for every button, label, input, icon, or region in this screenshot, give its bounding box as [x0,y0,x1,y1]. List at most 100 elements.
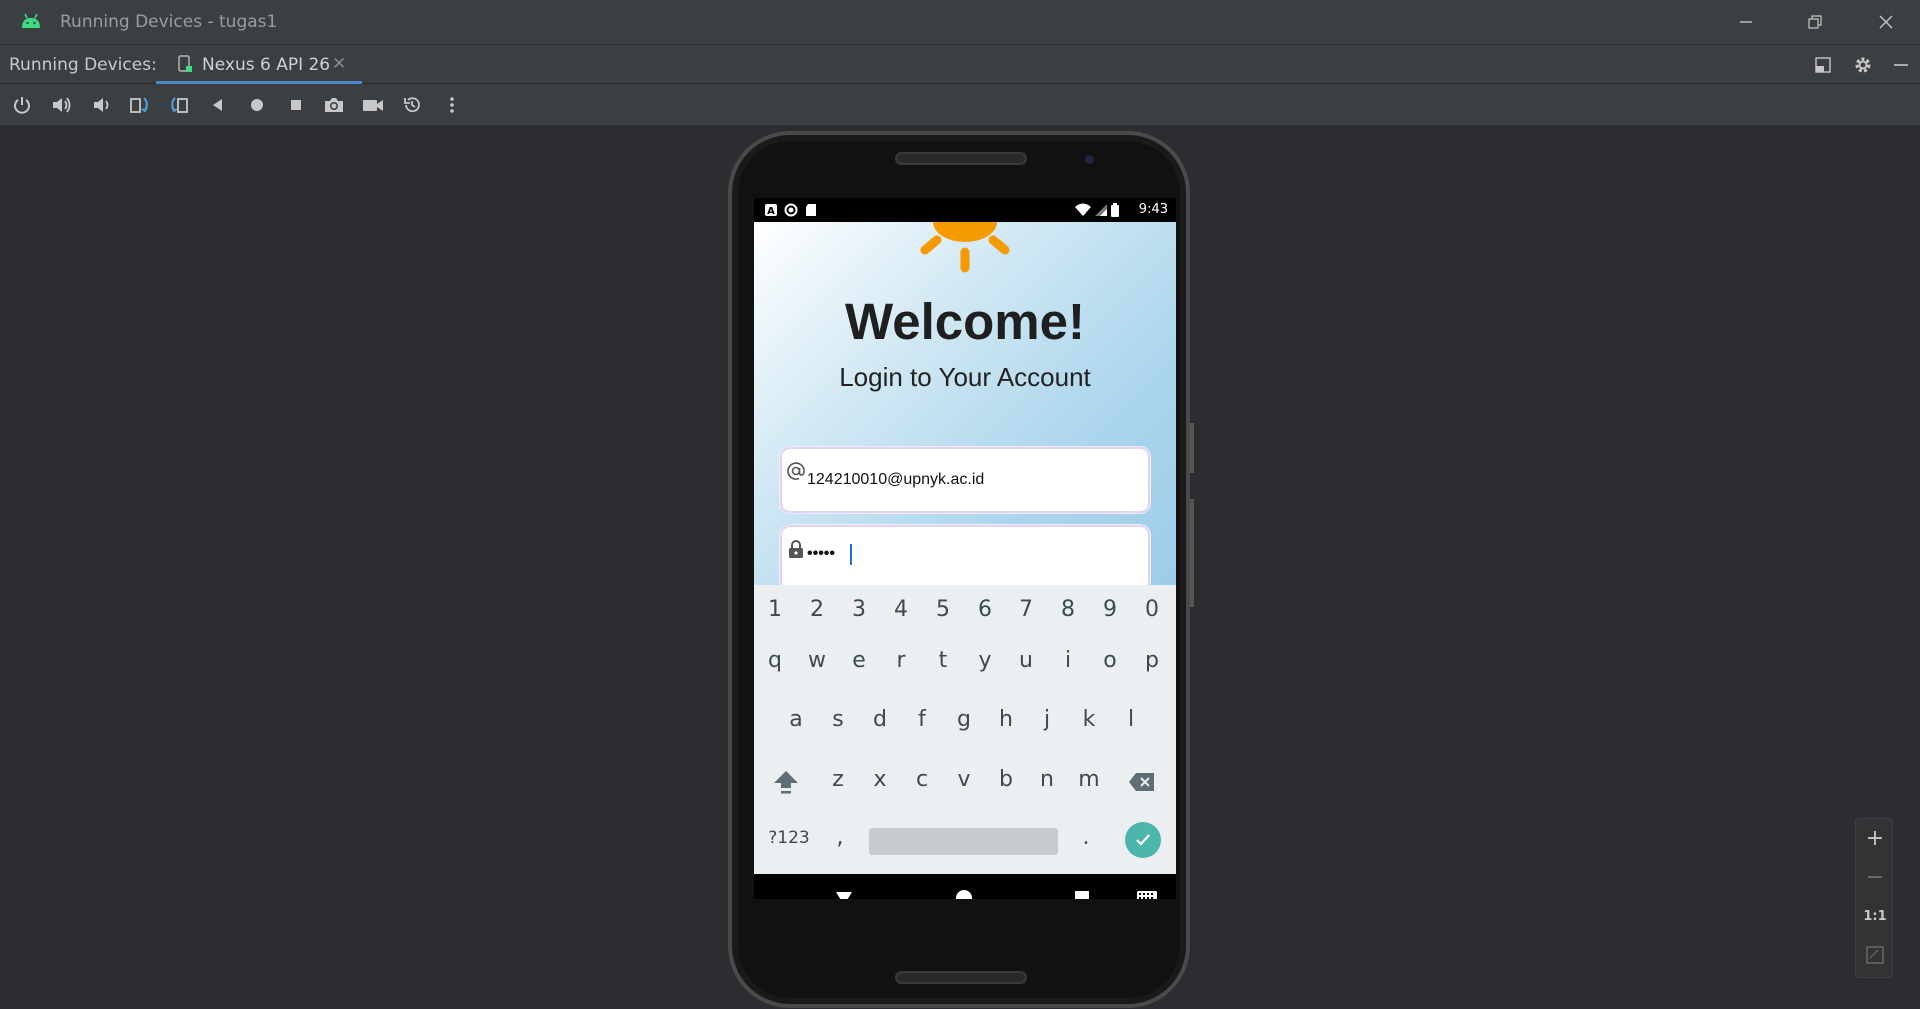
key-z[interactable]: z [824,767,852,792]
rotate-left-icon [130,97,148,113]
zoom-actual-size-button[interactable]: 1:1 [1856,897,1894,935]
zoom-controls: + − 1:1 [1855,818,1893,978]
key-o[interactable]: o [1096,648,1124,673]
check-icon [1136,834,1150,846]
device-screen[interactable]: A 9:43 Welcome! Login to Your Account 12… [754,198,1176,899]
key-p[interactable]: p [1138,648,1166,673]
key-c[interactable]: c [908,767,936,792]
volume-down-button[interactable] [89,93,113,117]
snapshot-button[interactable] [400,93,424,117]
key-x[interactable]: x [866,767,894,792]
key-a[interactable]: a [782,707,810,732]
more-button[interactable] [440,93,464,117]
keyboard-icon [1137,891,1157,899]
key-0[interactable]: 0 [1138,597,1166,622]
key-r[interactable]: r [887,648,915,673]
symbols-key[interactable]: ?123 [764,828,814,848]
key-8[interactable]: 8 [1054,597,1082,622]
key-v[interactable]: v [950,767,978,792]
key-m[interactable]: m [1075,767,1103,792]
hide-panel-button[interactable] [1888,53,1914,77]
key-4[interactable]: 4 [887,597,915,622]
key-n[interactable]: n [1033,767,1061,792]
volume-side-button[interactable] [1190,499,1194,607]
screen-record-button[interactable] [361,93,385,117]
zoom-in-button[interactable]: + [1856,819,1894,857]
keyboard-a-icon: A [765,204,777,217]
nav-keyboard-button[interactable] [1135,888,1159,899]
key-b[interactable]: b [992,767,1020,792]
sd-card-icon [806,204,816,216]
key-h[interactable]: h [992,707,1020,732]
screenshot-button[interactable] [322,93,346,117]
key-1[interactable]: 1 [761,597,789,622]
settings-button[interactable] [1850,53,1876,77]
key-9[interactable]: 9 [1096,597,1124,622]
bottom-speaker [895,971,1027,984]
volume-up-button[interactable] [50,93,74,117]
enter-key[interactable] [1125,822,1161,858]
text-cursor [850,544,852,565]
power-side-button[interactable] [1190,423,1194,473]
restore-button[interactable] [1795,8,1835,36]
device-frame: A 9:43 Welcome! Login to Your Account 12… [728,131,1194,1008]
email-field[interactable]: 124210010@upnyk.ac.id [780,447,1150,513]
password-field[interactable]: ••••• [780,525,1150,591]
key-6[interactable]: 6 [971,597,999,622]
running-devices-label: Running Devices: [9,55,157,75]
shift-icon[interactable] [772,769,800,795]
key-j[interactable]: j [1033,707,1061,732]
nav-home-button[interactable] [954,888,974,899]
close-icon [1879,15,1893,29]
at-sign-icon [787,462,805,480]
overview-button[interactable] [284,93,308,117]
backspace-icon[interactable] [1128,771,1156,793]
layout-button[interactable] [1810,53,1836,77]
close-button[interactable] [1866,8,1906,36]
tab-nexus-6-api-26[interactable]: Nexus 6 API 26 ✕ [156,45,362,84]
space-bar[interactable] [869,828,1058,855]
restore-icon [1808,15,1822,29]
period-key[interactable]: . [1076,825,1096,850]
back-button[interactable] [206,93,230,117]
rotate-right-icon [171,97,188,113]
svg-text:A: A [767,206,775,217]
key-y[interactable]: y [971,648,999,673]
zoom-fit-button[interactable] [1856,936,1894,974]
key-7[interactable]: 7 [1012,597,1040,622]
lock-icon [789,540,803,558]
email-value: 124210010@upnyk.ac.id [807,471,985,488]
tab-close-icon[interactable]: ✕ [332,54,346,74]
key-q[interactable]: q [761,648,789,673]
zoom-out-button[interactable]: − [1856,858,1894,896]
key-f[interactable]: f [908,707,936,732]
key-t[interactable]: t [929,648,957,673]
key-l[interactable]: l [1117,707,1145,732]
tab-bar: Running Devices: Nexus 6 API 26 ✕ [0,44,1920,84]
key-3[interactable]: 3 [845,597,873,622]
home-icon [251,99,263,111]
nav-recents-button[interactable] [1072,888,1092,899]
layout-icon [1815,57,1831,73]
status-time: 9:43 [1138,202,1168,217]
login-subtitle: Login to Your Account [839,362,1091,392]
key-s[interactable]: s [824,707,852,732]
power-button[interactable] [10,93,34,117]
comma-key[interactable]: , [830,825,850,850]
nav-back-button[interactable] [834,888,854,899]
more-vertical-icon [450,97,454,113]
key-d[interactable]: d [866,707,894,732]
key-i[interactable]: i [1054,648,1082,673]
key-w[interactable]: w [803,648,831,673]
key-2[interactable]: 2 [803,597,831,622]
key-e[interactable]: e [845,648,873,673]
rotate-left-button[interactable] [128,93,152,117]
key-k[interactable]: k [1075,707,1103,732]
minimize-button[interactable] [1726,8,1766,36]
title-bar: Running Devices - tugas1 [0,0,1920,44]
home-button[interactable] [245,93,269,117]
key-5[interactable]: 5 [929,597,957,622]
key-u[interactable]: u [1012,648,1040,673]
key-g[interactable]: g [950,707,978,732]
rotate-right-button[interactable] [167,93,191,117]
